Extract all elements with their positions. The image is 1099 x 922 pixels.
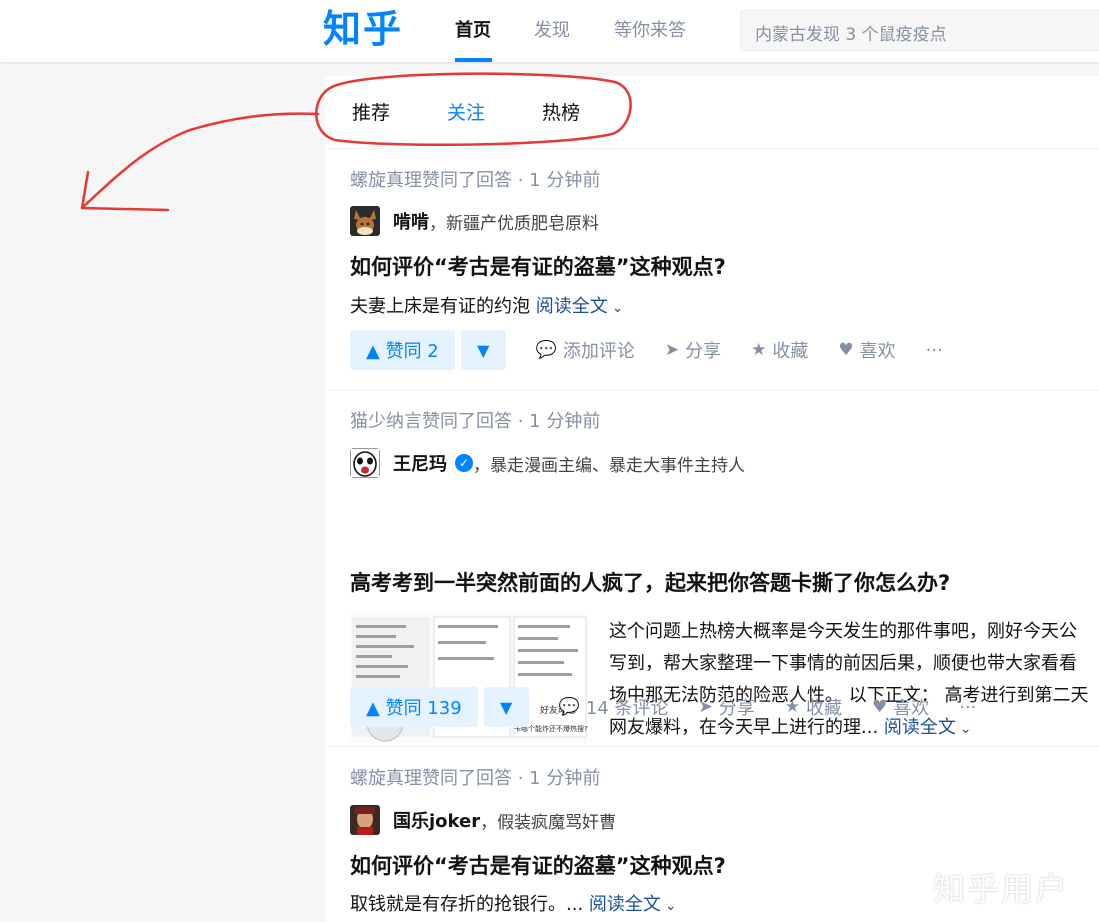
feed-item: 螺旋真理赞同了回答 · 1 分钟前 啃啃 ，新疆产优质肥皂原料 如何评价“考古是… [325, 150, 1099, 391]
excerpt-line: 写到，帮大家整理一下事情的前因后果，顺便也带大家看看 [609, 653, 1077, 674]
action-bar: ▲ 赞同 2 ▼ 💬 添加评论 ➤ 分享 ★ 收藏 ♥ 喜欢 ··· [350, 330, 943, 370]
verified-badge-icon: ✓ [455, 454, 473, 472]
activity-meta: 螺旋真理赞同了回答 · 1 分钟前 [350, 170, 601, 191]
more-icon: ··· [959, 696, 977, 718]
comment-icon: 💬 [535, 340, 557, 360]
share-button[interactable]: ➤ 分享 [698, 694, 754, 720]
tab-following[interactable]: 关注 [447, 100, 485, 126]
like-label: 喜欢 [859, 341, 896, 362]
collect-button[interactable]: ★ 收藏 [785, 694, 842, 720]
tab-hot-list[interactable]: 热榜 [542, 100, 580, 126]
like-label: 喜欢 [893, 698, 930, 719]
excerpt-line: 这个问题上热榜大概率是今天发生的那件事吧，刚好今天公 [609, 621, 1077, 642]
answer-excerpt[interactable]: 夫妻上床是有证的约泡 阅读全文 ⌄ [350, 293, 623, 322]
upvote-button[interactable]: ▲ 赞同 2 [350, 330, 455, 370]
collect-label: 收藏 [772, 341, 809, 362]
watermark: 知乎用户 [933, 870, 1070, 908]
star-icon: ★ [751, 340, 767, 360]
question-title-text: 高考考到一半突然前面的人疯了，起来把你答题卡撕了你怎么办? [350, 571, 951, 595]
share-label: 分享 [685, 341, 722, 362]
comment-button[interactable]: 💬 14 条评论 [559, 694, 669, 720]
more-icon: ··· [925, 339, 943, 361]
downvote-button[interactable]: ▼ [483, 687, 529, 727]
upvote-button[interactable]: ▲ 赞同 139 [350, 687, 478, 727]
comment-icon: 💬 [558, 697, 580, 717]
heart-icon: ♥ [838, 340, 854, 360]
tab-recommend[interactable]: 推荐 [352, 100, 390, 126]
like-button[interactable]: ♥ 喜欢 [872, 694, 929, 720]
author-name[interactable]: 王尼玛 [393, 450, 447, 476]
activity-meta: 猫少纳言赞同了回答 · 1 分钟前 [350, 411, 601, 432]
comment-button[interactable]: 💬 添加评论 [536, 337, 635, 363]
author-bio: ，暴走漫画主编、暴走大事件主持人 [473, 455, 745, 476]
collect-button[interactable]: ★ 收藏 [751, 337, 808, 363]
more-button[interactable]: ··· [926, 340, 943, 361]
like-button[interactable]: ♥ 喜欢 [838, 337, 895, 363]
author-row: 王尼玛 ✓ ，暴走漫画主编、暴走大事件主持人 [350, 448, 745, 478]
feed-tab-bar: 推荐 关注 热榜 [325, 76, 1099, 149]
zhihu-logo[interactable]: 知乎 [323, 4, 403, 54]
author-bio: ，假装疯魔骂奸曹 [480, 812, 617, 833]
star-icon: ★ [784, 697, 800, 717]
annotation-arrow [80, 112, 320, 212]
question-title[interactable]: 如何评价“考古是有证的盗墓”这种观点? [350, 851, 726, 881]
author-bio: ，新疆产优质肥皂原料 [429, 213, 599, 234]
chevron-down-icon: ⌄ [664, 898, 677, 914]
avatar[interactable] [350, 206, 380, 236]
feed-card: 推荐 关注 热榜 螺旋真理赞同了回答 · 1 分钟前 啃啃 ，新疆产优质肥皂原料… [325, 76, 1099, 922]
question-title[interactable]: 高考考到一半突然前面的人疯了，起来把你答题卡撕了你怎么办? [350, 568, 950, 598]
excerpt-text: 取钱就是有存折的抢银行。... [350, 894, 584, 915]
nav-tab-explore[interactable]: 发现 [534, 18, 570, 44]
more-button[interactable]: ··· [959, 697, 976, 718]
read-more-label: 阅读全文 [535, 296, 608, 317]
avatar[interactable] [350, 805, 380, 835]
comment-label: 14 条评论 [585, 698, 669, 719]
read-more-link[interactable]: 阅读全文 ⌄ [536, 296, 624, 317]
nav-tab-home[interactable]: 首页 [455, 18, 491, 44]
author-name[interactable]: 啃啃 [393, 208, 429, 234]
author-row: 啃啃 ，新疆产优质肥皂原料 [350, 206, 599, 236]
action-bar: ▲ 赞同 139 ▼ 💬 14 条评论 ➤ 分享 ★ 收藏 ♥ 喜欢 ··· [350, 687, 976, 727]
nav-tab-waiting[interactable]: 等你来答 [614, 18, 686, 44]
nav-active-indicator [455, 58, 492, 62]
paper-plane-icon: ➤ [664, 340, 680, 360]
collect-label: 收藏 [805, 698, 842, 719]
author-name[interactable]: 国乐joker [393, 807, 480, 833]
top-header: 知乎 首页 发现 等你来答 内蒙古发现 3 个鼠疫疫点 [0, 0, 1099, 62]
question-title[interactable]: 如何评价“考古是有证的盗墓”这种观点? [350, 252, 726, 282]
paper-plane-icon: ➤ [698, 697, 713, 717]
comment-label: 添加评论 [562, 341, 635, 362]
answer-excerpt[interactable]: 取钱就是有存折的抢银行。... 阅读全文 ⌄ [350, 891, 677, 920]
search-input[interactable]: 内蒙古发现 3 个鼠疫疫点 [740, 10, 1099, 51]
activity-meta: 螺旋真理赞同了回答 · 1 分钟前 [350, 768, 601, 789]
heart-icon: ♥ [871, 697, 888, 717]
author-row: 国乐joker ，假装疯魔骂奸曹 [350, 805, 616, 835]
avatar[interactable] [350, 448, 380, 478]
excerpt-text: 夫妻上床是有证的约泡 [350, 296, 530, 317]
chevron-down-icon: ⌄ [611, 300, 624, 316]
read-more-link[interactable]: 阅读全文 ⌄ [589, 894, 677, 915]
read-more-label: 阅读全文 [588, 894, 661, 915]
share-label: 分享 [718, 698, 755, 719]
downvote-button[interactable]: ▼ [460, 330, 506, 370]
share-button[interactable]: ➤ 分享 [665, 337, 721, 363]
